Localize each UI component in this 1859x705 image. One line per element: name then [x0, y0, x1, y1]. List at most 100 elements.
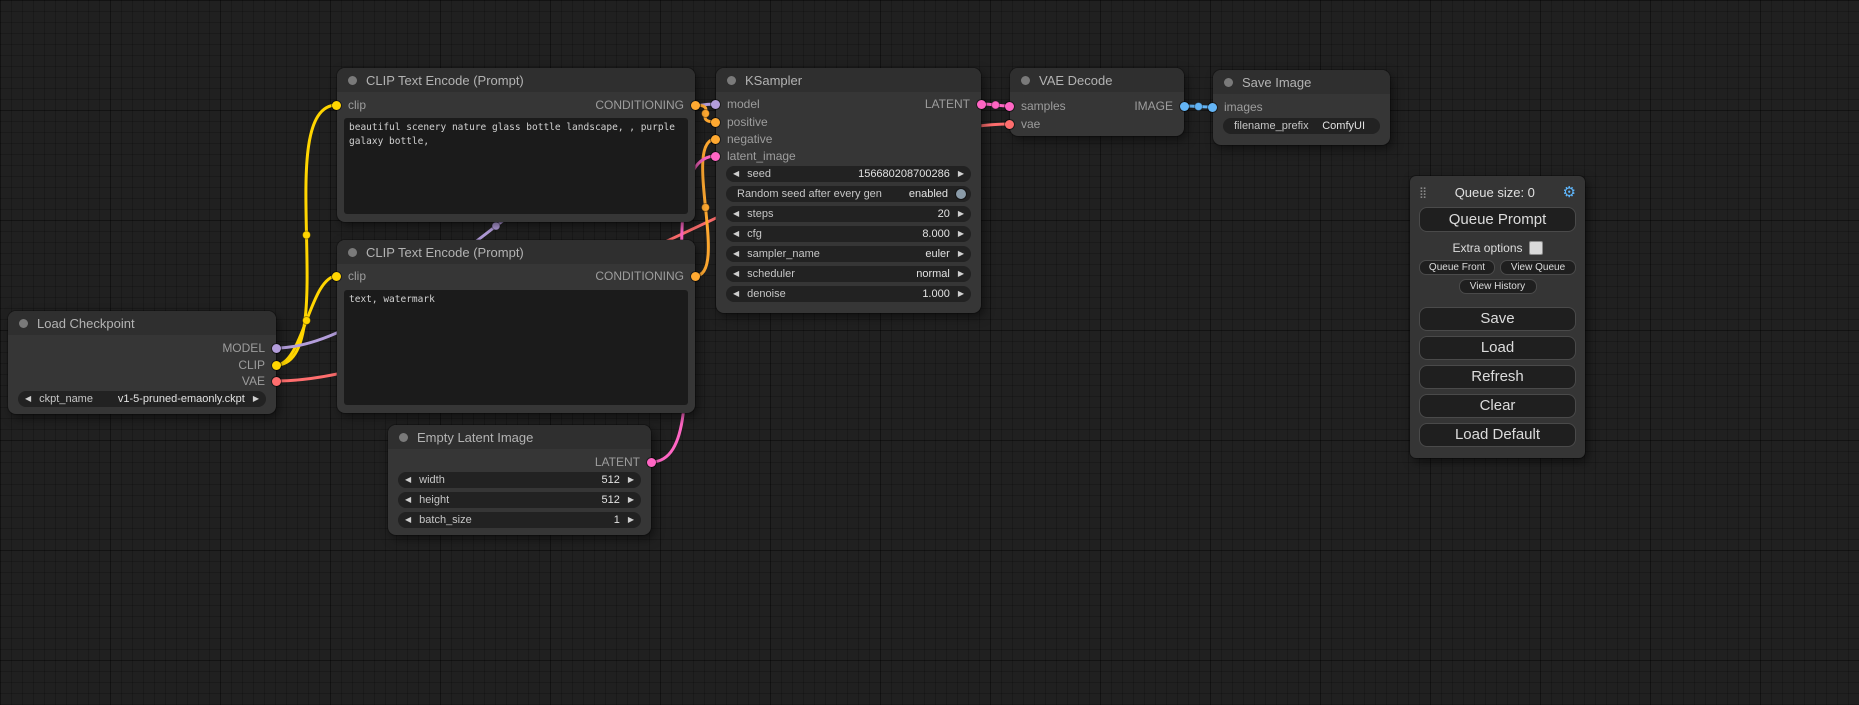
prev-value-arrow-icon[interactable]: ◀ — [733, 226, 739, 242]
sampler-name-widget[interactable]: ◀ sampler_name euler ▶ — [726, 246, 971, 262]
filename-prefix-widget[interactable]: filename_prefix ComfyUI — [1223, 118, 1380, 134]
node-collapse-dot-icon[interactable] — [727, 76, 736, 85]
node-empty-latent-image[interactable]: Empty Latent Image LATENT ◀ width 512 ▶ … — [388, 425, 651, 535]
input-port-clip[interactable] — [332, 101, 341, 110]
widget-value: 1 — [614, 514, 620, 526]
node-header[interactable]: Empty Latent Image — [388, 425, 651, 449]
prev-value-arrow-icon[interactable]: ◀ — [25, 391, 31, 407]
menu-drag-handle-icon[interactable]: ⣿ — [1419, 186, 1427, 199]
prev-value-arrow-icon[interactable]: ◀ — [733, 166, 739, 182]
input-port-model[interactable] — [711, 100, 720, 109]
widget-value: normal — [916, 268, 950, 280]
extra-options-checkbox[interactable] — [1529, 241, 1543, 255]
negative-prompt-textarea[interactable]: text, watermark — [344, 290, 688, 405]
random-seed-toggle-widget[interactable]: Random seed after every gen enabled — [726, 186, 971, 202]
output-label: CLIP — [238, 359, 265, 371]
next-value-arrow-icon[interactable]: ▶ — [628, 512, 634, 528]
denoise-widget[interactable]: ◀ denoise 1.000 ▶ — [726, 286, 971, 302]
node-collapse-dot-icon[interactable] — [348, 248, 357, 257]
view-queue-button[interactable]: View Queue — [1500, 260, 1576, 275]
widget-value: 8.000 — [922, 228, 950, 240]
output-port-image[interactable] — [1180, 102, 1189, 111]
next-value-arrow-icon[interactable]: ▶ — [628, 492, 634, 508]
input-port-latent-image[interactable] — [711, 152, 720, 161]
node-vae-decode[interactable]: VAE Decode samples vae IMAGE — [1010, 68, 1184, 136]
input-port-vae[interactable] — [1005, 120, 1014, 129]
node-collapse-dot-icon[interactable] — [399, 433, 408, 442]
queue-front-button[interactable]: Queue Front — [1419, 260, 1495, 275]
next-value-arrow-icon[interactable]: ▶ — [958, 206, 964, 222]
clear-button[interactable]: Clear — [1419, 394, 1576, 418]
prev-value-arrow-icon[interactable]: ◀ — [405, 512, 411, 528]
settings-gear-icon[interactable]: ⚙ — [1563, 183, 1576, 201]
input-port-positive[interactable] — [711, 118, 720, 127]
output-port-vae[interactable] — [272, 377, 281, 386]
ckpt-name-widget[interactable]: ◀ ckpt_name v1-5-pruned-emaonly.ckpt ▶ — [18, 391, 266, 407]
next-value-arrow-icon[interactable]: ▶ — [958, 166, 964, 182]
extra-options-label: Extra options — [1452, 241, 1522, 255]
node-header[interactable]: Load Checkpoint — [8, 311, 276, 335]
input-port-clip[interactable] — [332, 272, 341, 281]
next-value-arrow-icon[interactable]: ▶ — [628, 472, 634, 488]
output-port-latent[interactable] — [647, 458, 656, 467]
batch-size-widget[interactable]: ◀ batch_size 1 ▶ — [398, 512, 641, 528]
prev-value-arrow-icon[interactable]: ◀ — [733, 286, 739, 302]
input-slot-images: images — [1208, 101, 1263, 113]
widget-name: cfg — [747, 228, 762, 240]
node-collapse-dot-icon[interactable] — [1021, 76, 1030, 85]
view-history-button[interactable]: View History — [1459, 279, 1537, 294]
node-collapse-dot-icon[interactable] — [348, 76, 357, 85]
next-value-arrow-icon[interactable]: ▶ — [253, 391, 259, 407]
node-header[interactable]: CLIP Text Encode (Prompt) — [337, 240, 695, 264]
next-value-arrow-icon[interactable]: ▶ — [958, 266, 964, 282]
next-value-arrow-icon[interactable]: ▶ — [958, 246, 964, 262]
prev-value-arrow-icon[interactable]: ◀ — [733, 246, 739, 262]
node-save-image[interactable]: Save Image images filename_prefix ComfyU… — [1213, 70, 1390, 145]
cfg-widget[interactable]: ◀ cfg 8.000 ▶ — [726, 226, 971, 242]
prev-value-arrow-icon[interactable]: ◀ — [405, 492, 411, 508]
node-collapse-dot-icon[interactable] — [19, 319, 28, 328]
next-value-arrow-icon[interactable]: ▶ — [958, 226, 964, 242]
prev-value-arrow-icon[interactable]: ◀ — [733, 206, 739, 222]
next-value-arrow-icon[interactable]: ▶ — [958, 286, 964, 302]
toggle-indicator-icon[interactable] — [956, 189, 966, 199]
positive-prompt-textarea[interactable]: beautiful scenery nature glass bottle la… — [344, 118, 688, 214]
output-port-model[interactable] — [272, 344, 281, 353]
width-widget[interactable]: ◀ width 512 ▶ — [398, 472, 641, 488]
widget-value: ComfyUI — [1322, 120, 1365, 132]
load-button[interactable]: Load — [1419, 336, 1576, 360]
prev-value-arrow-icon[interactable]: ◀ — [733, 266, 739, 282]
node-header[interactable]: KSampler — [716, 68, 981, 92]
node-ksampler[interactable]: KSampler model positive negative latent_… — [716, 68, 981, 313]
save-button[interactable]: Save — [1419, 307, 1576, 331]
output-port-conditioning[interactable] — [691, 101, 700, 110]
node-clip-text-encode-positive[interactable]: CLIP Text Encode (Prompt) clip CONDITION… — [337, 68, 695, 222]
output-port-latent[interactable] — [977, 100, 986, 109]
input-port-samples[interactable] — [1005, 102, 1014, 111]
load-default-button[interactable]: Load Default — [1419, 423, 1576, 447]
output-port-conditioning[interactable] — [691, 272, 700, 281]
node-clip-text-encode-negative[interactable]: CLIP Text Encode (Prompt) clip CONDITION… — [337, 240, 695, 413]
comfy-menu-panel[interactable]: ⣿ Queue size: 0 ⚙ Queue Prompt Extra opt… — [1410, 176, 1585, 458]
prev-value-arrow-icon[interactable]: ◀ — [405, 472, 411, 488]
queue-actions-row: Queue Front View Queue — [1419, 260, 1576, 275]
height-widget[interactable]: ◀ height 512 ▶ — [398, 492, 641, 508]
queue-prompt-button[interactable]: Queue Prompt — [1419, 207, 1576, 232]
widget-name: seed — [747, 168, 771, 180]
output-slot-model: MODEL — [222, 342, 281, 354]
node-header[interactable]: Save Image — [1213, 70, 1390, 94]
steps-widget[interactable]: ◀ steps 20 ▶ — [726, 206, 971, 222]
output-slot-conditioning: CONDITIONING — [595, 99, 700, 111]
node-load-checkpoint[interactable]: Load Checkpoint MODEL CLIP VAE ◀ ckpt_na… — [8, 311, 276, 414]
seed-widget[interactable]: ◀ seed 156680208700286 ▶ — [726, 166, 971, 182]
input-port-images[interactable] — [1208, 103, 1217, 112]
refresh-button[interactable]: Refresh — [1419, 365, 1576, 389]
input-port-negative[interactable] — [711, 135, 720, 144]
node-header[interactable]: CLIP Text Encode (Prompt) — [337, 68, 695, 92]
output-port-clip[interactable] — [272, 361, 281, 370]
node-header[interactable]: VAE Decode — [1010, 68, 1184, 92]
scheduler-widget[interactable]: ◀ scheduler normal ▶ — [726, 266, 971, 282]
node-collapse-dot-icon[interactable] — [1224, 78, 1233, 87]
widget-value: v1-5-pruned-emaonly.ckpt — [118, 393, 245, 405]
widget-name: Random seed after every gen — [737, 188, 882, 200]
